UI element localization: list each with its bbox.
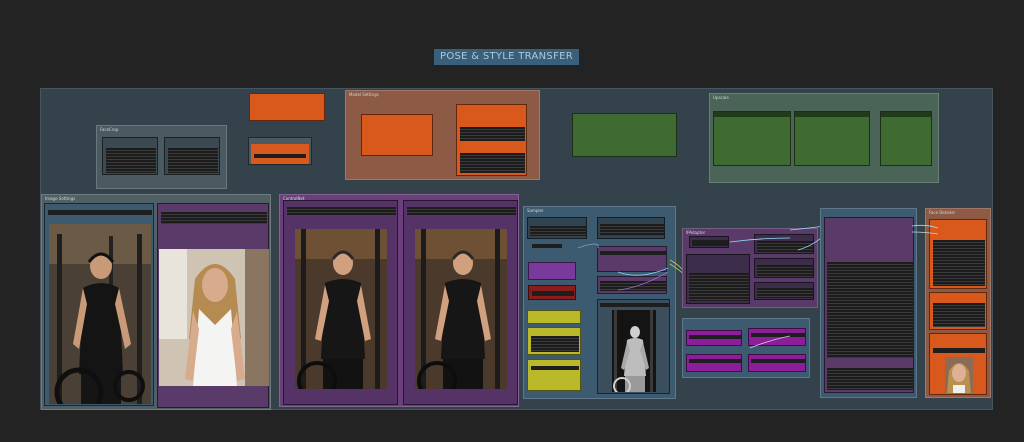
node-widgets[interactable]	[161, 212, 267, 224]
node-loader-orange[interactable]	[249, 93, 325, 121]
preview-photo-b	[415, 229, 507, 389]
node-face-preview[interactable]	[929, 333, 987, 395]
node-upscale-a[interactable]	[713, 111, 791, 166]
node-face-crop-a[interactable]	[102, 137, 158, 175]
node-preview-b[interactable]	[403, 200, 518, 405]
pose-reference-photo	[49, 224, 151, 404]
node-widgets[interactable]	[168, 148, 218, 173]
workflow-title: POSE & STYLE TRANSFER	[434, 49, 579, 65]
node-face-detailer-b[interactable]	[929, 292, 987, 330]
node-green-empty[interactable]	[572, 113, 677, 157]
group-label: Upscale	[713, 95, 729, 100]
node-checkpoint-loader[interactable]	[361, 114, 433, 156]
link-wires-ipadapter	[729, 225, 826, 349]
node-widgets[interactable]	[106, 148, 156, 173]
node-cn-red[interactable]	[528, 285, 576, 300]
node-load-pose-image[interactable]	[44, 203, 154, 406]
node-model-settings[interactable]	[456, 104, 527, 176]
group-label: Face Detailer	[929, 210, 956, 215]
node-widgets[interactable]	[287, 207, 396, 215]
group-label: FaceCrop	[100, 127, 119, 132]
node-widgets[interactable]	[460, 153, 525, 173]
node-cn-yellow-b[interactable]	[527, 327, 581, 355]
style-reference-photo	[159, 249, 269, 386]
link-wires-sampler	[577, 243, 689, 291]
node-cn-yellow-c[interactable]	[527, 359, 581, 391]
depth-map-image	[612, 310, 656, 392]
node-face-crop-b[interactable]	[164, 137, 220, 175]
node-widgets[interactable]	[407, 207, 516, 215]
node-loader-small[interactable]	[248, 137, 312, 165]
group-label: Model Settings	[349, 92, 379, 97]
node-load-style-image[interactable]	[157, 203, 269, 408]
node-widgets[interactable]	[827, 262, 913, 358]
node-widgets[interactable]	[827, 368, 913, 390]
node-upscale-b[interactable]	[794, 111, 870, 166]
link-wires-output	[911, 224, 939, 235]
node-preview-a[interactable]	[283, 200, 398, 405]
face-result-image	[945, 357, 973, 393]
preview-photo-a	[295, 229, 387, 389]
group-label: Sampler	[527, 208, 544, 213]
node-widgets[interactable]	[460, 127, 525, 141]
group-label: Image Settings	[45, 196, 76, 201]
node-upscale-c[interactable]	[880, 111, 932, 166]
node-ksampler[interactable]	[824, 217, 914, 393]
node-cn-purple[interactable]	[528, 262, 576, 280]
